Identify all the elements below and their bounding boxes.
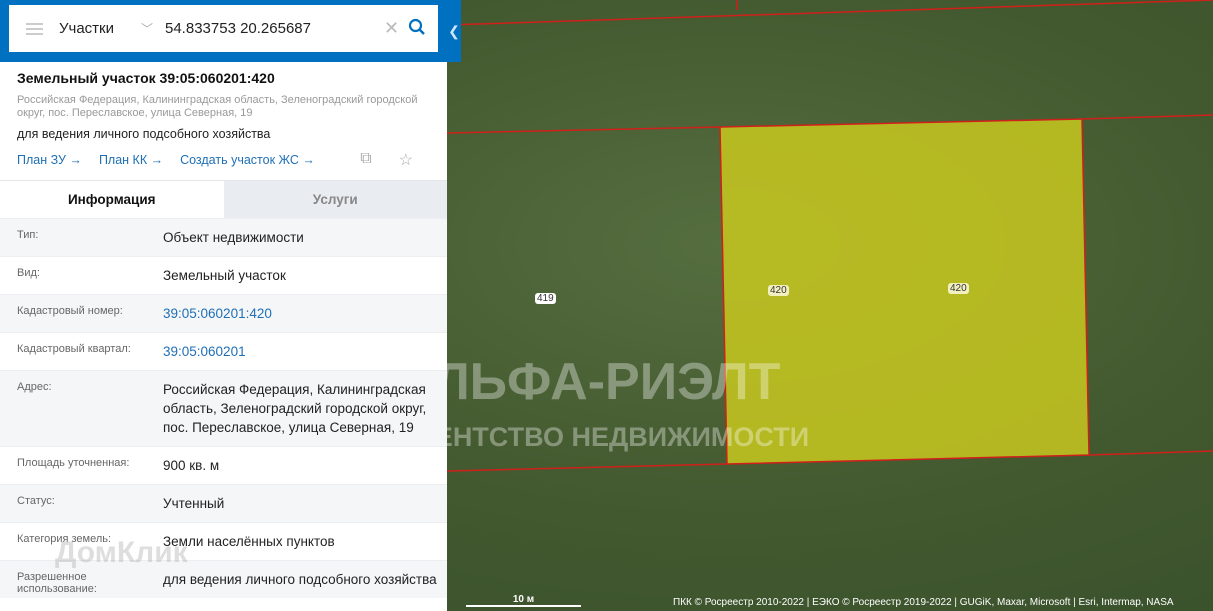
table-row: Тип: Объект недвижимости [0,218,447,256]
field-value: Земли населённых пунктов [163,534,335,549]
field-value: Российская Федерация, Калининградская об… [163,382,427,435]
table-row: Кадастровый номер: 39:05:060201:420 [0,294,447,332]
tab-information[interactable]: Информация [0,181,224,218]
object-address: Российская Федерация, Калининградская об… [17,94,418,119]
search-input[interactable]: 54.833753 20.265687 [165,20,384,37]
field-label: Кадастровый номер: [17,305,123,317]
table-row: Статус: Учтенный [0,484,447,522]
field-value[interactable]: 39:05:060201 [163,333,447,370]
field-label: Вид: [17,267,40,279]
field-value: для ведения личного подсобного хозяйства [163,572,437,587]
table-row: Вид: Земельный участок [0,256,447,294]
scale-bar: 10 м [466,594,581,607]
parcel-label: 420 [768,285,789,296]
search-icon[interactable] [408,18,438,40]
star-icon[interactable]: ☆ [399,150,413,170]
table-row: Адрес: Российская Федерация, Калининградс… [0,370,447,446]
map-attribution: ПКК © Росреестр 2010-2022 | ЕЭКО © Росре… [673,597,1174,608]
boundary-line [1081,114,1213,120]
watermark-brand: АЛЬФА-РИЭЛТ [395,353,781,411]
boundary-line [1088,450,1213,456]
field-value: Объект недвижимости [163,230,304,245]
field-value: Учтенный [163,496,225,511]
field-label: Площадь уточненная: [17,457,130,469]
watermark-domclick: ДомКлик [55,536,188,569]
collapse-panel-button[interactable]: ❮ [447,0,461,62]
chevron-down-icon[interactable]: ﹀ [129,20,165,37]
tab-services[interactable]: Услуги [223,181,447,218]
boundary-line [446,126,721,134]
field-value: 900 кв. м [163,458,220,473]
table-row: Площадь уточненная: 900 кв. м [0,446,447,484]
object-title: Земельный участок 39:05:060201:420 [17,70,275,86]
zoom-to-object-icon[interactable]: ⧉ [360,150,371,170]
category-select[interactable]: Участки [59,20,129,37]
field-label: Статус: [17,495,55,507]
object-purpose: для ведения личного подсобного хозяйства [17,127,271,141]
search-bar: Участки ﹀ 54.833753 20.265687 ✕ [9,5,438,52]
field-value: Земельный участок [163,268,286,283]
boundary-line [446,463,728,472]
field-label: Кадастровый квартал: [17,343,131,355]
plan-kk-link[interactable]: План КК → [99,153,163,167]
parcel-label: 419 [535,293,556,304]
table-row: Кадастровый квартал: 39:05:060201 [0,332,447,370]
menu-icon[interactable] [9,27,59,30]
info-panel: Участки ﹀ 54.833753 20.265687 ✕ Земельны… [0,0,447,611]
clear-icon[interactable]: ✕ [384,18,408,39]
parcel-label: 420 [948,283,969,294]
field-label: Тип: [17,229,39,241]
search-bar-container: Участки ﹀ 54.833753 20.265687 ✕ [0,0,447,62]
field-label: Адрес: [17,381,52,393]
boundary-line [446,0,1213,26]
create-parcel-link[interactable]: Создать участок ЖС → [180,153,315,167]
field-value[interactable]: 39:05:060201:420 [163,295,447,332]
plan-zu-link[interactable]: План ЗУ → [17,153,82,167]
watermark-tagline: АГЕНТСТВО НЕДВИЖИМОСТИ [400,422,810,452]
